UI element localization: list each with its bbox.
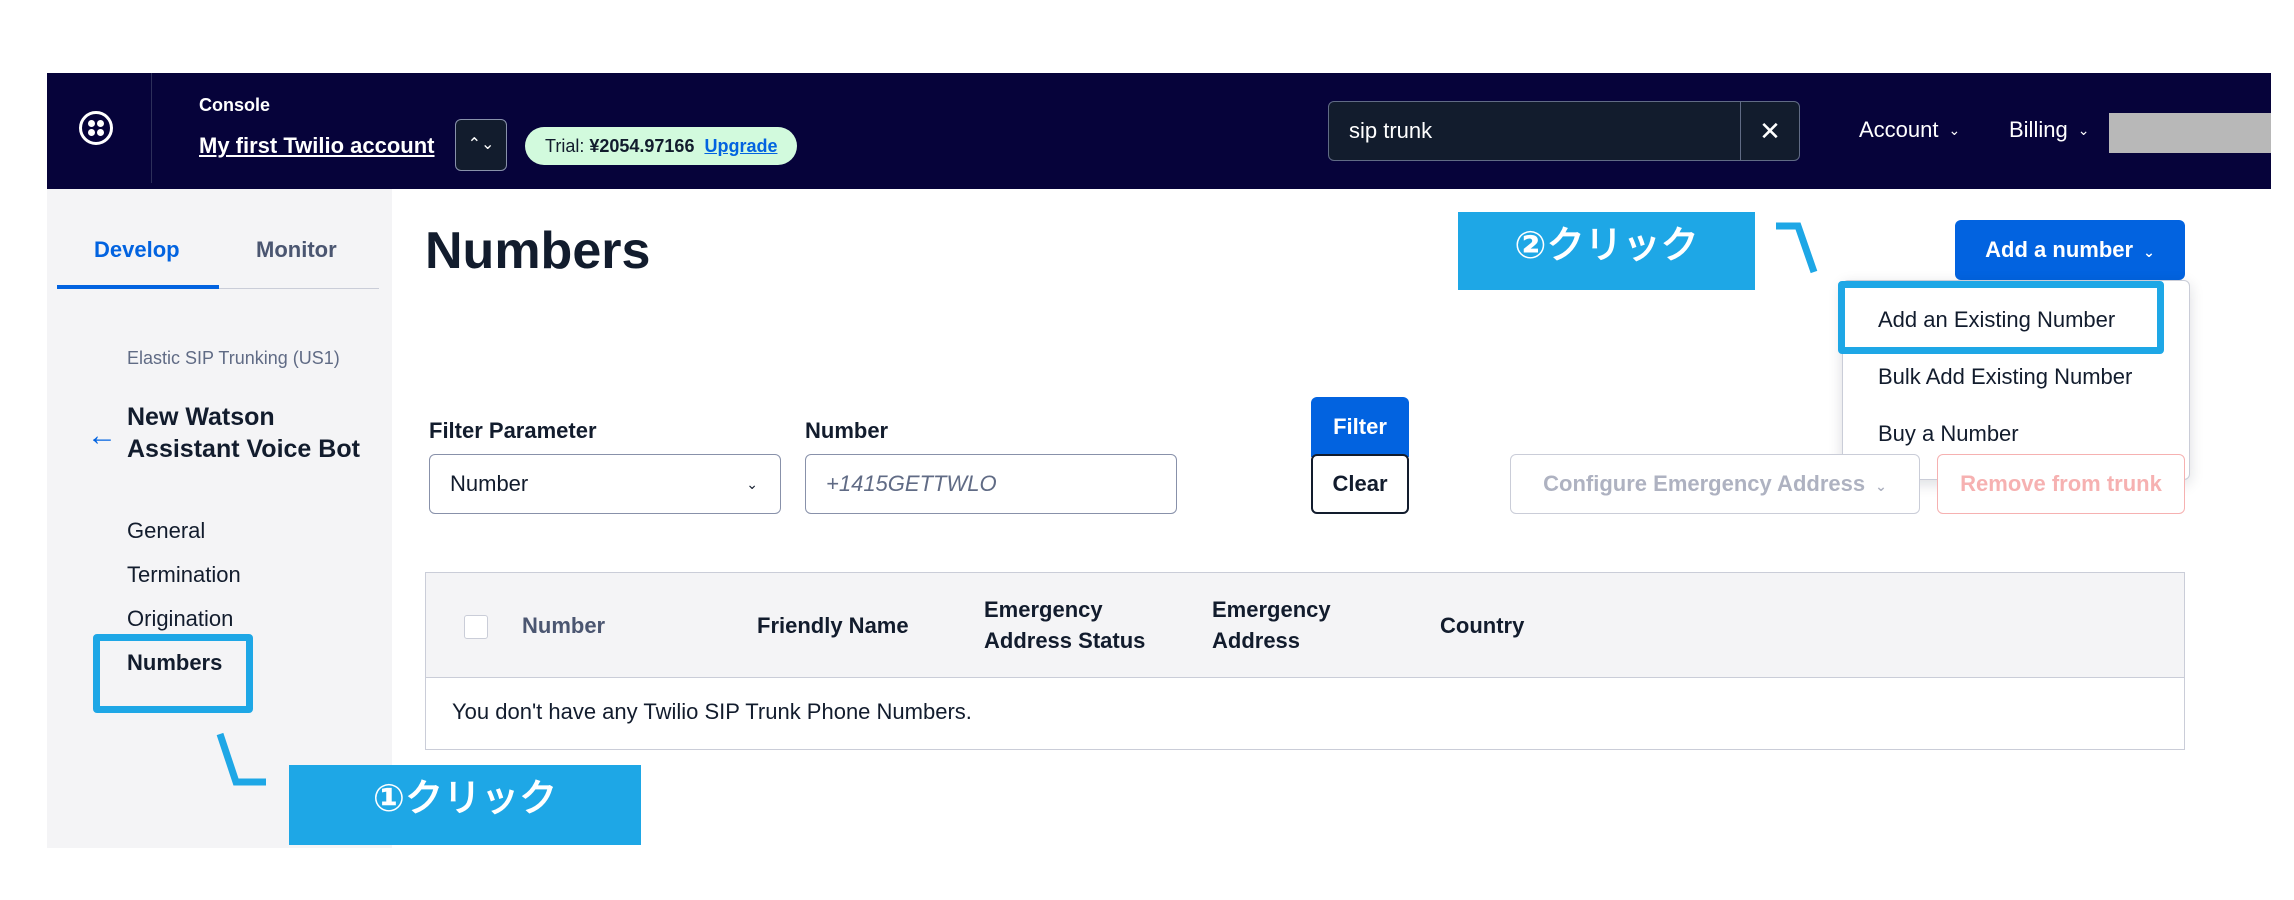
search-clear-button[interactable]: ✕	[1740, 101, 1800, 161]
top-bar: Console My first Twilio account ⌃⌄ Trial…	[47, 73, 2271, 189]
filter-parameter-value: Number	[450, 471, 529, 496]
chevron-down-icon: ⌄	[746, 476, 758, 492]
chevron-down-icon: ⌄	[1948, 122, 1961, 138]
tab-develop[interactable]: Develop	[94, 237, 180, 263]
column-emergency-address: Emergency Address	[1212, 597, 1331, 653]
select-all-checkbox[interactable]	[464, 615, 488, 639]
sidebar-item-general[interactable]: General	[127, 518, 205, 544]
callout-step1: ①クリック	[289, 765, 641, 845]
configure-emergency-address-button[interactable]: Configure Emergency Address ⌄	[1510, 454, 1920, 514]
chevron-down-icon: ⌄	[2143, 244, 2155, 260]
filter-parameter-label: Filter Parameter	[429, 418, 597, 443]
trial-label: Trial:	[545, 136, 590, 156]
add-number-button[interactable]: Add a number ⌄	[1955, 220, 2185, 280]
highlight-numbers-nav	[93, 634, 253, 713]
account-switcher-button[interactable]: ⌃⌄	[455, 119, 507, 171]
number-filter-input[interactable]	[805, 454, 1177, 514]
user-menu-redacted[interactable]	[2109, 113, 2271, 153]
filter-button[interactable]: Filter	[1311, 397, 1409, 457]
product-label: Elastic SIP Trunking (US1)	[127, 348, 340, 368]
remove-from-trunk-button[interactable]: Remove from trunk	[1937, 454, 2185, 514]
sidebar-item-termination[interactable]: Termination	[127, 562, 241, 588]
table-header: Number Friendly Name Emergency Address S…	[426, 573, 2184, 678]
account-name-link[interactable]: My first Twilio account	[199, 133, 435, 159]
search-box	[1328, 101, 1742, 161]
tab-monitor[interactable]: Monitor	[256, 237, 337, 263]
close-icon: ✕	[1759, 116, 1781, 146]
callout-step1-leader	[216, 732, 266, 786]
filter-parameter-select[interactable]: Number ⌄	[429, 454, 781, 514]
billing-menu[interactable]: Billing ⌄	[2009, 117, 2089, 143]
topbar-divider	[151, 73, 152, 183]
numbers-table: Number Friendly Name Emergency Address S…	[425, 572, 2185, 750]
clear-button[interactable]: Clear	[1311, 454, 1409, 514]
number-label: Number	[805, 418, 889, 443]
twilio-console: Console My first Twilio account ⌃⌄ Trial…	[47, 73, 2271, 848]
console-label: Console	[199, 95, 271, 115]
highlight-add-existing-number	[1838, 281, 2164, 354]
column-emergency-address-status: Emergency Address Status	[984, 597, 1146, 653]
sidebar-item-origination[interactable]: Origination	[127, 606, 233, 632]
column-number[interactable]: Number	[522, 610, 605, 641]
chevron-down-icon: ⌄	[1875, 478, 1887, 494]
billing-menu-label: Billing	[2009, 117, 2068, 142]
account-menu-label: Account	[1859, 117, 1939, 142]
add-number-label: Add a number	[1985, 237, 2134, 262]
twilio-logo-icon[interactable]	[79, 111, 113, 145]
up-down-chevron-icon: ⌃⌄	[467, 136, 495, 153]
trial-amount: ¥2054.97166	[589, 136, 695, 156]
search-input[interactable]	[1329, 102, 1741, 160]
menu-item-bulk-add-existing-number[interactable]: Bulk Add Existing Number	[1878, 364, 2132, 390]
account-menu[interactable]: Account ⌄	[1859, 117, 1960, 143]
column-country: Country	[1440, 613, 1525, 638]
page-title: Numbers	[425, 222, 651, 280]
upgrade-link[interactable]: Upgrade	[704, 136, 777, 156]
menu-item-buy-a-number[interactable]: Buy a Number	[1878, 421, 2019, 447]
callout-step2: ②クリック	[1458, 212, 1755, 290]
screenshot-canvas: Console My first Twilio account ⌃⌄ Trial…	[0, 0, 2294, 900]
column-friendly-name: Friendly Name	[757, 613, 909, 638]
active-tab-indicator	[57, 285, 219, 289]
back-arrow-icon[interactable]: ←	[87, 419, 117, 453]
chevron-down-icon: ⌄	[2077, 122, 2090, 138]
trial-balance-badge: Trial: ¥2054.97166 Upgrade	[525, 127, 798, 165]
table-empty-message: You don't have any Twilio SIP Trunk Phon…	[452, 699, 972, 724]
callout-step2-leader	[1776, 222, 1818, 274]
configure-emergency-address-label: Configure Emergency Address	[1543, 471, 1866, 496]
trunk-name: New Watson Assistant Voice Bot	[127, 403, 360, 463]
